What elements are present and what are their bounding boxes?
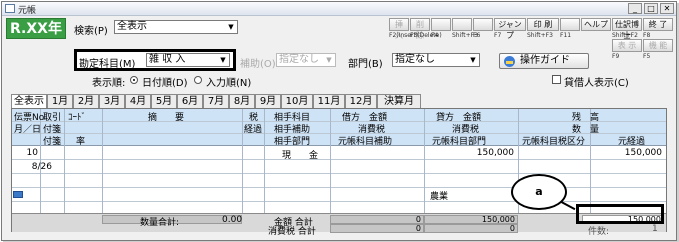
header-month-day: 月／日 (14, 125, 42, 135)
order-input-radio[interactable] (194, 76, 202, 84)
minimize-button[interactable]: _ (628, 3, 642, 14)
fkey-button[interactable] (560, 18, 580, 31)
fkey-shortcut: F4 (431, 32, 439, 39)
qty-total-value: 0.00 (222, 215, 243, 225)
count-value: 1 (652, 224, 658, 234)
sub-account-select[interactable]: 指定なし ▼ (276, 53, 336, 67)
sub-account-select-value: 指定なし (279, 54, 319, 65)
credit-total: 150,000 (424, 215, 518, 224)
tab-month[interactable]: 2月 (73, 94, 99, 108)
tab-month[interactable]: 決算月 (377, 94, 421, 108)
row-date[interactable]: 8/26 (14, 162, 52, 172)
account-select-value: 雑 収 入 (149, 54, 186, 65)
tab-month[interactable]: 6月 (177, 94, 203, 108)
search-select-value: 全表示 (117, 21, 147, 32)
header-moto-keika: 元経過 (618, 137, 646, 147)
fkey-button[interactable] (431, 18, 451, 31)
header-rate: 率 (76, 137, 86, 147)
search-label: 検索(P) (74, 26, 108, 37)
fkey-button[interactable]: 削 除 (410, 18, 430, 40)
close-button[interactable]: ✕ (660, 3, 674, 14)
header-code: ｺｰﾄﾞ (68, 113, 87, 123)
app-icon (5, 4, 15, 13)
order-date-radio[interactable] (130, 76, 138, 84)
callout-bubble: a (511, 174, 567, 210)
debit-tax-total: 0 (330, 224, 424, 233)
tab-month[interactable]: 12月 (345, 94, 377, 108)
debit-total: 0 (330, 215, 424, 224)
tab-month[interactable]: 1月 (47, 94, 73, 108)
qty-total-label: 数量合計: (140, 218, 180, 228)
lender-display-label: 貸借人表示(C) (564, 78, 629, 89)
tax-total-label: 消費税 合計 (268, 227, 316, 237)
row-slip-no[interactable]: 10 (14, 148, 38, 158)
operation-guide-label: 操作ガイド (520, 55, 570, 66)
row-credit-amount[interactable]: 150,000 (426, 148, 514, 158)
credit-tax-total: 0 (424, 224, 518, 233)
fkey-button[interactable]: 印 刷 (527, 18, 559, 31)
department-label: 部門(B) (348, 59, 383, 70)
tab-month[interactable]: 3月 (99, 94, 125, 108)
tab-month[interactable]: 10月 (281, 94, 313, 108)
fkey-button[interactable] (452, 18, 472, 31)
order-input-label: 入力順(N) (206, 78, 252, 89)
tab-month[interactable]: 9月 (255, 94, 281, 108)
fkey-shortcut: F8 (643, 32, 651, 39)
account-select[interactable]: 雑 収 入 ▼ (146, 53, 230, 67)
sub-account-label: 補助(O) (240, 59, 276, 70)
row-department[interactable]: 農業 (430, 189, 448, 202)
row-balance[interactable]: 150,000 (592, 148, 662, 158)
fkey-button[interactable] (473, 18, 493, 31)
order-date-label: 日付順(D) (142, 78, 188, 89)
tab-month[interactable]: 5月 (151, 94, 177, 108)
fkey-shortcut: F5 (643, 53, 651, 60)
fkey-shortcut: Shift+F2 (612, 32, 638, 39)
maximize-button[interactable]: □ (644, 3, 658, 14)
fkey-button[interactable]: 終 了 (643, 18, 673, 31)
fkey-shortcut: F7 (494, 32, 502, 39)
fkey-button[interactable]: 表 示 (612, 39, 642, 52)
header-fusen-2: 付箋 (43, 137, 62, 147)
fkey-shortcut: F6 (473, 32, 481, 39)
window-title: 元帳 (18, 6, 37, 16)
header-ledger-sub: 元帳科目補助 (338, 137, 393, 147)
year-badge: R.XX年 (6, 18, 66, 39)
header-ledger-tax-class: 元帳科目税区分 (522, 137, 586, 147)
fkey-button[interactable]: 挿 入 (389, 18, 409, 40)
operation-guide-button[interactable]: 操作ガイド (499, 53, 589, 69)
tab-month[interactable]: 4月 (125, 94, 151, 108)
title-bar: 元帳 _ □ ✕ (2, 2, 676, 16)
tab-month[interactable]: 11月 (313, 94, 345, 108)
chevron-down-icon: ▼ (228, 23, 234, 31)
fkey-shortcut: F11 (560, 32, 572, 39)
search-select[interactable]: 全表示 ▼ (114, 20, 238, 34)
fkey-button[interactable]: 機 能 (643, 39, 673, 52)
display-order-label: 表示順: (92, 78, 126, 89)
tab-month[interactable]: 7月 (203, 94, 229, 108)
header-counter-dept: 相手部門 (274, 137, 311, 147)
balance-highlight (576, 204, 664, 224)
memo-icon[interactable] (13, 191, 23, 198)
account-label: 勘定科目(M) (79, 59, 136, 70)
fkey-button[interactable]: 仕訳博士 (612, 18, 642, 40)
fkey-shortcut: F9 (612, 53, 620, 60)
tab-month[interactable]: 全表示 (11, 94, 47, 109)
count-label: 件数: (588, 227, 610, 237)
header-ledger-dept: 元帳科目部門 (432, 137, 487, 147)
fkey-button[interactable]: ヘルプ (581, 18, 611, 31)
department-select-value: 指定なし (395, 54, 435, 65)
fkey-button[interactable]: ジャンプ (494, 18, 526, 40)
tab-month[interactable]: 8月 (229, 94, 255, 108)
header-description: 摘 要 (148, 113, 185, 123)
chevron-down-icon: ▼ (470, 56, 476, 64)
row-counter-account[interactable]: 現 金 (282, 148, 318, 161)
lender-display-checkbox[interactable] (552, 75, 561, 84)
header-keika: 経過 (244, 125, 263, 135)
chevron-down-icon: ▼ (220, 56, 226, 64)
department-select[interactable]: 指定なし ▼ (392, 53, 480, 67)
chevron-down-icon: ▼ (326, 56, 332, 64)
guide-icon (504, 56, 515, 67)
fkey-shortcut: Shift+F3 (527, 32, 553, 39)
